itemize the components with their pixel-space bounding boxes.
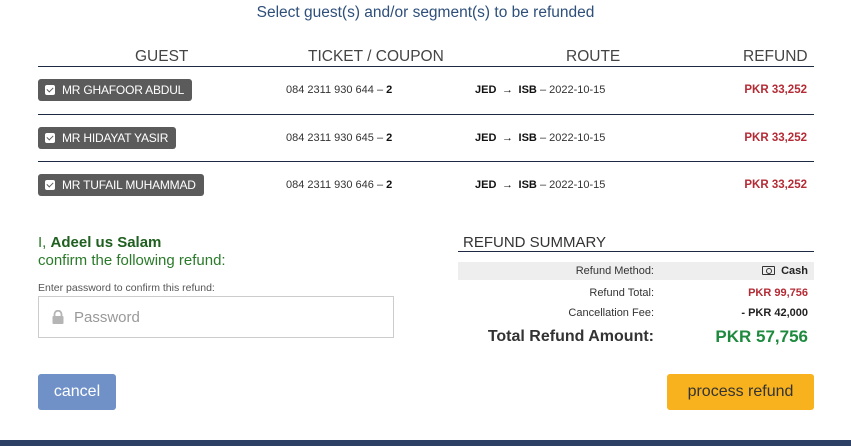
process-refund-button[interactable]: process refund [667, 374, 814, 410]
agent-name: Adeel us Salam [50, 234, 162, 251]
ticket-number: 084 2311 930 644 – 2 [286, 79, 392, 101]
checkbox-checked-icon[interactable] [45, 133, 55, 143]
arrow-right-icon: → [501, 179, 513, 191]
confirm-text: confirm the following refund: [38, 252, 226, 269]
coupon-number: 2 [386, 84, 393, 96]
arrow-right-icon: → [501, 84, 513, 96]
guest-checkbox-toggle[interactable]: MR HIDAYAT YASIR [38, 127, 177, 149]
refund-method-value: Cash [762, 262, 808, 280]
checkbox-checked-icon[interactable] [45, 85, 55, 95]
route-destination: ISB [518, 132, 537, 144]
route-origin: JED [475, 132, 497, 144]
password-field[interactable] [38, 296, 394, 338]
ticket-number: 084 2311 930 645 – 2 [286, 127, 392, 149]
guest-name: MR HIDAYAT YASIR [62, 131, 169, 145]
ticket-text: 084 2311 930 644 – [286, 84, 384, 96]
row-divider [38, 114, 814, 115]
route-origin: JED [475, 179, 497, 191]
footer-bar [0, 440, 851, 446]
route-date: – 2022-10-15 [539, 84, 606, 96]
guest-checkbox-toggle[interactable]: MR GHAFOOR ABDUL [38, 79, 193, 101]
column-header-route: ROUTE [566, 48, 621, 65]
column-header-refund: REFUND [743, 48, 808, 65]
summary-row-method: Refund Method: Cash [458, 262, 814, 280]
guest-checkbox-toggle[interactable]: MR TUFAIL MUHAMMAD [38, 174, 204, 196]
dialog-title: Select guest(s) and/or segment(s) to be … [256, 4, 595, 21]
cash-icon [762, 266, 776, 275]
route-date: – 2022-10-15 [539, 132, 606, 144]
refund-amount: PKR 33,252 [744, 179, 807, 191]
ticket-text: 084 2311 930 646 – [286, 179, 384, 191]
ticket-text: 084 2311 930 645 – [286, 132, 384, 144]
refund-method-label: Refund Method: [575, 265, 654, 277]
guest-name: MR TUFAIL MUHAMMAD [62, 178, 196, 192]
cancel-button[interactable]: cancel [38, 374, 116, 410]
cancellation-fee-value: - PKR 42,000 [741, 307, 808, 319]
refund-method-text: Cash [781, 265, 808, 277]
table-row: MR HIDAYAT YASIR 084 2311 930 645 – 2 JE… [38, 127, 814, 149]
route-origin: JED [475, 84, 497, 96]
password-label: Enter password to confirm this refund: [38, 282, 215, 294]
refund-total-value: PKR 99,756 [748, 287, 808, 299]
column-header-guest: GUEST [135, 48, 189, 65]
cancellation-fee-label: Cancellation Fee: [568, 307, 654, 319]
guest-name: MR GHAFOOR ABDUL [62, 83, 185, 97]
table-row: MR TUFAIL MUHAMMAD 084 2311 930 646 – 2 … [38, 174, 814, 196]
total-refund-label: Total Refund Amount: [487, 328, 654, 345]
refund-summary-title: REFUND SUMMARY [463, 234, 607, 251]
route-destination: ISB [518, 179, 537, 191]
password-input[interactable] [74, 297, 374, 337]
coupon-number: 2 [386, 132, 393, 144]
route-date: – 2022-10-15 [539, 179, 606, 191]
arrow-right-icon: → [501, 132, 513, 144]
header-divider [38, 66, 814, 67]
refund-amount: PKR 33,252 [744, 132, 807, 144]
route: JED → ISB – 2022-10-15 [475, 79, 605, 101]
summary-divider [458, 251, 814, 252]
ticket-number: 084 2311 930 646 – 2 [286, 174, 392, 196]
confirm-prefix: I, [38, 234, 47, 251]
refund-amount: PKR 33,252 [744, 84, 807, 96]
table-row: MR GHAFOOR ABDUL 084 2311 930 644 – 2 JE… [38, 79, 814, 101]
confirm-statement: I, Adeel us Salam confirm the following … [38, 234, 226, 270]
column-header-ticket: TICKET / COUPON [308, 48, 444, 65]
row-divider [38, 161, 814, 162]
coupon-number: 2 [386, 179, 393, 191]
refund-total-label: Refund Total: [589, 287, 654, 299]
summary-row-total: Refund Total: PKR 99,756 [458, 284, 814, 302]
route: JED → ISB – 2022-10-15 [475, 174, 605, 196]
total-refund-value: PKR 57,756 [715, 327, 808, 346]
route: JED → ISB – 2022-10-15 [475, 127, 605, 149]
checkbox-checked-icon[interactable] [45, 180, 55, 190]
lock-icon [52, 310, 64, 324]
route-destination: ISB [518, 84, 537, 96]
summary-row-fee: Cancellation Fee: - PKR 42,000 [458, 304, 814, 322]
